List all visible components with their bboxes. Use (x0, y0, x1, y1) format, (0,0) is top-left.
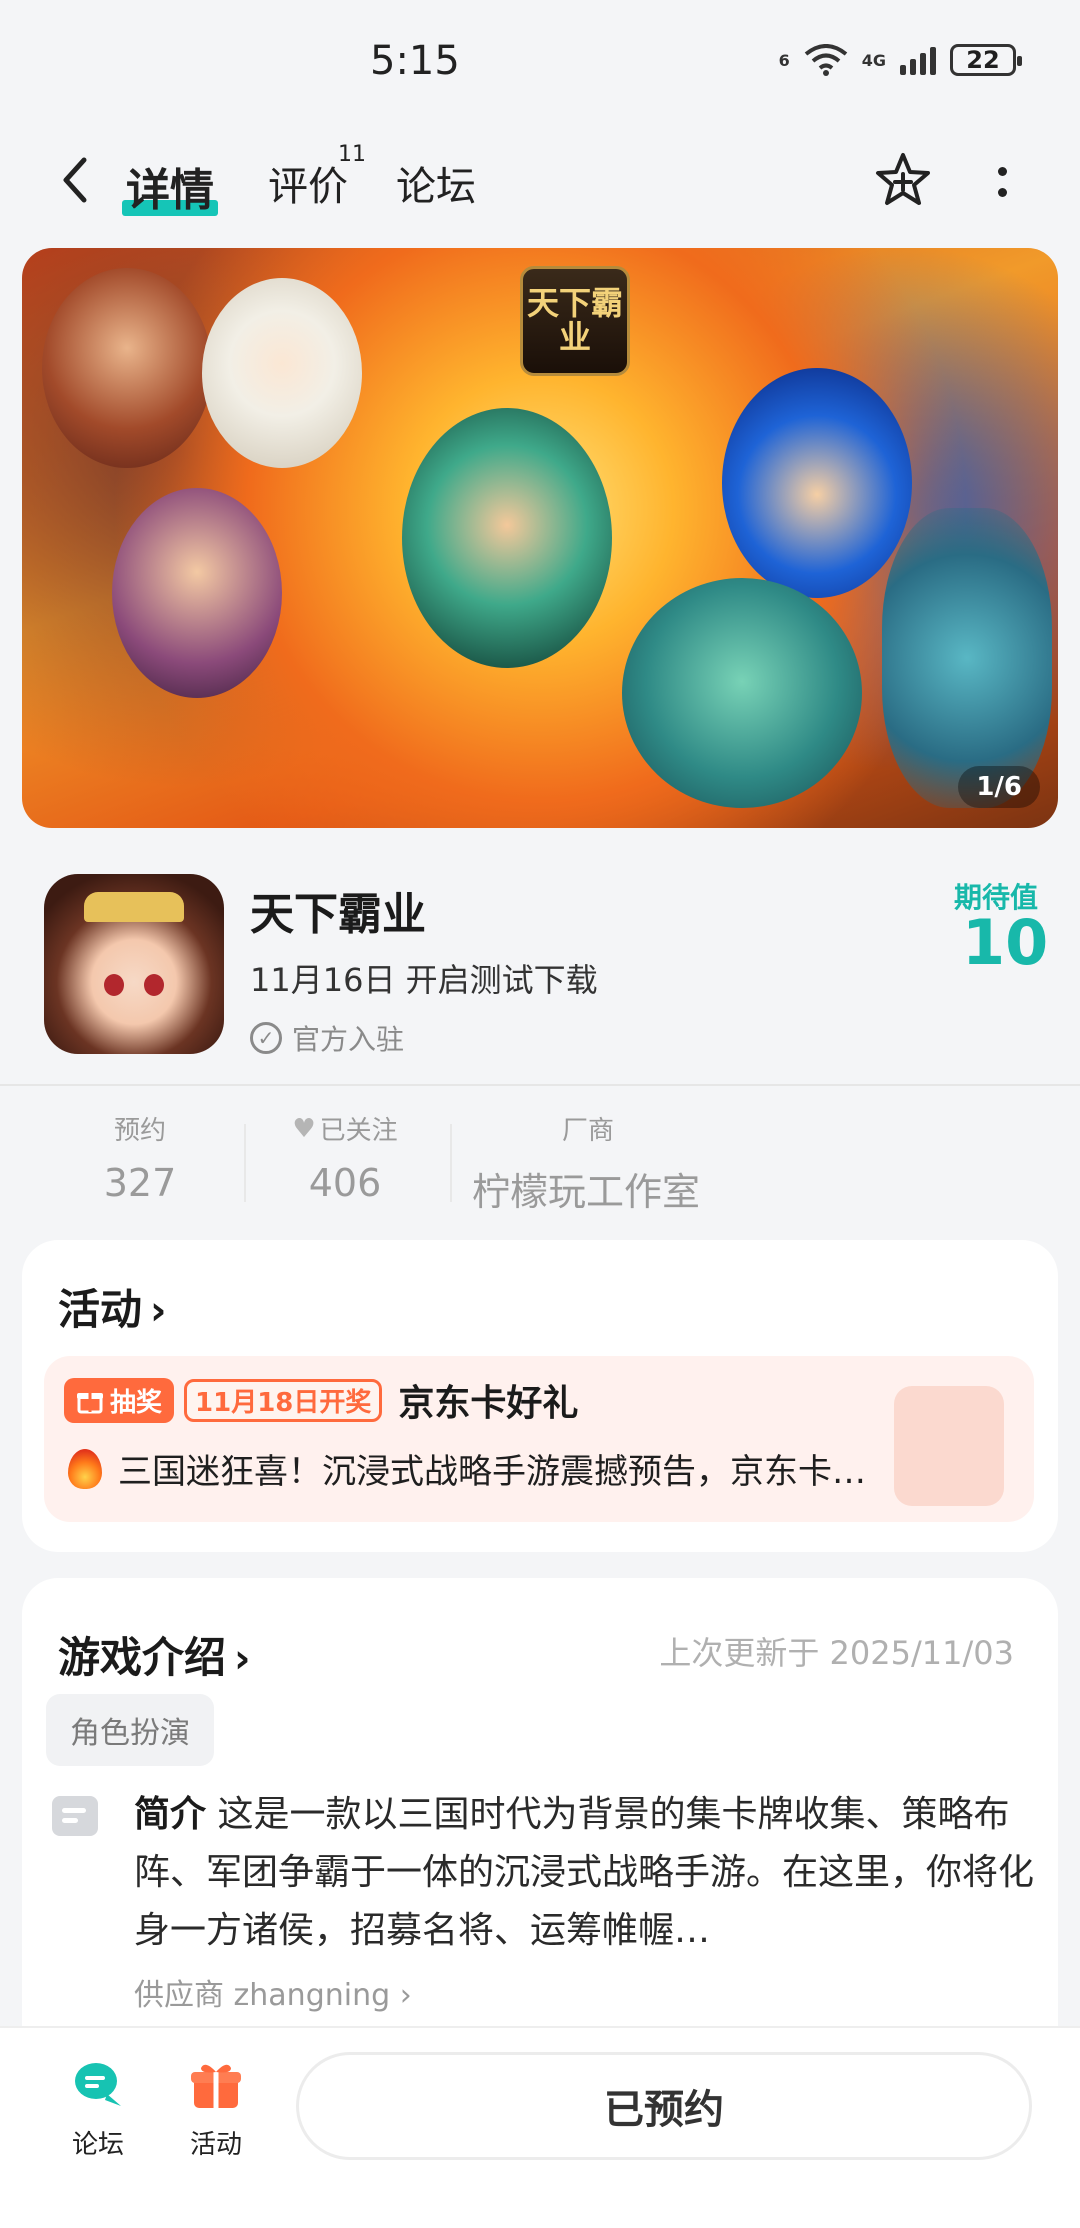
more-options-button[interactable] (982, 156, 1022, 208)
battery-level: 22 (966, 46, 1000, 74)
lottery-promo[interactable]: 抽奖 11月18日开奖 京东卡好礼 三国迷狂喜！沉浸式战略手游震撼预告，京东卡… (44, 1356, 1034, 1522)
intro-label: 简介 (134, 1794, 207, 1835)
game-icon (44, 874, 224, 1054)
status-bar: 5:15 6 4G 22 (0, 0, 1080, 120)
official-label: 官方入驻 (292, 1023, 405, 1056)
tab-forum-label: 论坛 (396, 164, 476, 210)
signal-icon (900, 45, 936, 75)
intro-text[interactable]: 简介 这是一款以三国时代为背景的集卡牌收集、策略布阵、军团争霸于一体的沉浸式战略… (134, 1786, 1034, 1960)
official-badge: ✓ 官方入驻 (250, 1018, 404, 1058)
activity-label: 活动 (189, 2130, 242, 2160)
back-arrow-icon (63, 157, 87, 203)
divider (0, 1084, 1080, 1086)
stat-vendor[interactable]: 厂商 柠檬玩工作室 (472, 1110, 700, 1216)
bottom-bar: 论坛 活动 已预约 (0, 2026, 1080, 2228)
promo-description: 三国迷狂喜！沉浸式战略手游震撼预告，京东卡… (118, 1452, 866, 1492)
divider (450, 1124, 452, 1202)
expectation-value: 10 (962, 906, 1049, 979)
document-icon (52, 1796, 98, 1836)
more-dot-icon (997, 188, 1007, 197)
intro-body: 这是一款以三国时代为背景的集卡牌收集、策略布阵、军团争霸于一体的沉浸式战略手游。… (134, 1794, 1035, 1951)
network-type: 4G (861, 50, 886, 70)
draw-date-badge: 11月18日开奖 (184, 1378, 383, 1422)
chevron-right-icon: › (150, 1288, 167, 1334)
release-info: 11月16日 开启测试下载 (250, 961, 598, 999)
banner-character-art (622, 578, 862, 808)
stat-reservations: 预约 327 (80, 1110, 200, 1205)
more-dot-icon (997, 167, 1007, 176)
vendor-name: 柠檬玩工作室 (472, 1170, 701, 1214)
banner-character-art (112, 488, 282, 698)
battery-icon: 22 (950, 44, 1022, 76)
tab-reviews-label: 评价 (268, 164, 348, 210)
wifi-version-label: 6 (778, 50, 790, 70)
banner-character-art (202, 278, 362, 468)
forum-label: 论坛 (71, 2130, 124, 2160)
tab-reviews-count: 11 (338, 142, 366, 167)
stat-value: 406 (308, 1161, 382, 1205)
divider (244, 1124, 246, 1202)
game-logo-art: 天下霸业 (520, 266, 630, 376)
carousel-counter: 1/6 (958, 766, 1040, 808)
gift-icon (77, 1393, 103, 1414)
gift-watermark-icon (894, 1386, 1004, 1506)
chevron-right-icon: › (399, 1978, 412, 2013)
stat-label: 预约 (113, 1116, 166, 1146)
activity-section-link[interactable]: 活动 › (58, 1276, 167, 1337)
heart-icon: ♥ (292, 1113, 316, 1144)
banner-character-art (402, 408, 612, 668)
stat-label: 已关注 (319, 1116, 398, 1146)
screenshot-carousel[interactable]: 天下霸业 1/6 (22, 248, 1058, 828)
status-time: 5:15 (370, 38, 460, 84)
forum-button[interactable]: 论坛 (48, 2058, 148, 2161)
favorite-star-button[interactable] (872, 150, 934, 212)
activity-card: 活动 › 抽奖 11月18日开奖 京东卡好礼 三国迷狂喜！沉浸式战略手游震撼预告，… (22, 1240, 1058, 1552)
banner-character-art (722, 368, 912, 598)
top-nav: 详情 评价 11 论坛 (0, 130, 1080, 230)
provider-link[interactable]: 供应商 zhangning › (134, 1970, 412, 2014)
fire-icon (68, 1448, 102, 1489)
wifi-icon (804, 44, 847, 76)
stat-label: 厂商 (562, 1116, 615, 1146)
tab-reviews[interactable]: 评价 11 (268, 142, 366, 212)
intro-title: 游戏介绍 (58, 1633, 227, 1682)
lottery-badge: 抽奖 (64, 1377, 175, 1423)
back-button[interactable] (50, 152, 100, 208)
stat-followers: ♥ 已关注 406 (280, 1110, 410, 1206)
status-icons: 6 4G 22 (778, 44, 1022, 76)
activity-button[interactable]: 活动 (166, 2058, 266, 2161)
intro-section-link[interactable]: 游戏介绍 › (58, 1624, 251, 1685)
chat-bubble-icon (75, 2063, 121, 2106)
tab-details-label: 详情 (126, 165, 214, 216)
provider-text: 供应商 zhangning (134, 1978, 391, 2013)
last-updated: 上次更新于 2025/11/03 (659, 1634, 1014, 1672)
banner-character-art (882, 508, 1052, 808)
banner-character-art (42, 268, 212, 468)
reserved-button[interactable]: 已预约 (296, 2052, 1032, 2160)
activity-title: 活动 (58, 1285, 143, 1334)
promo-title: 京东卡好礼 (398, 1383, 579, 1424)
genre-tag[interactable]: 角色扮演 (46, 1694, 214, 1766)
tab-forum[interactable]: 论坛 (396, 154, 476, 212)
stat-value: 327 (103, 1161, 177, 1205)
tab-details[interactable]: 详情 (122, 154, 218, 218)
check-circle-icon: ✓ (250, 1022, 282, 1054)
gift-icon (191, 2064, 241, 2108)
chevron-right-icon: › (234, 1636, 251, 1682)
game-title: 天下霸业 (250, 889, 426, 940)
